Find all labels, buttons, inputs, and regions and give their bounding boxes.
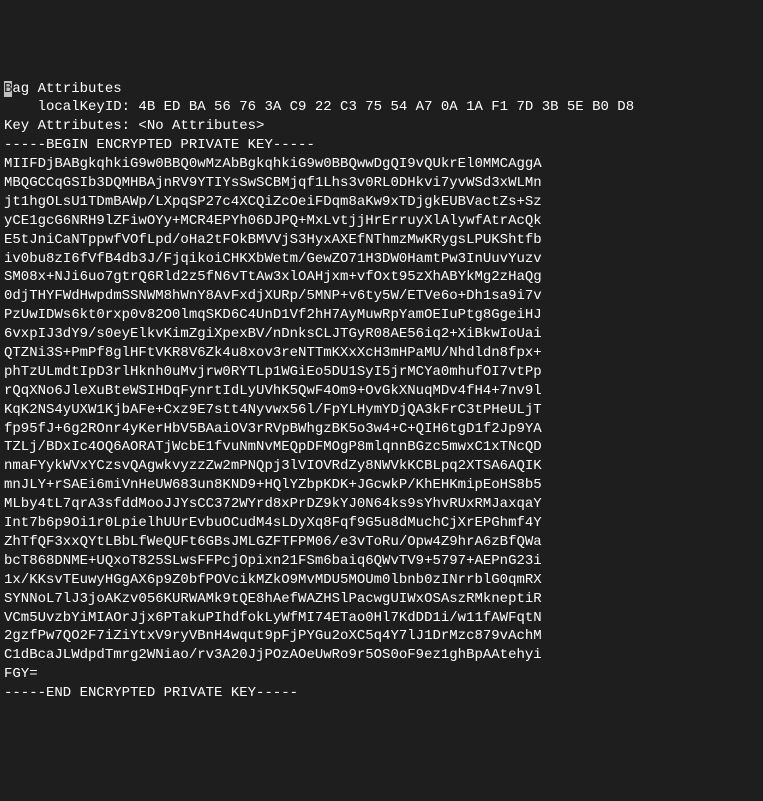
terminal-line: 1x/KKsvTEuwyHGgAX6p9Z0bfPOVcikMZkO9MvMDU… <box>4 571 759 590</box>
terminal-line: iv0bu8zI6fVfB4db3J/FjqikoiCHKXbWetm/GewZ… <box>4 250 759 269</box>
terminal-line: fp95fJ+6g2ROnr4yKerHbV5BAaiOV3rRVpBWhgzB… <box>4 420 759 439</box>
terminal-line: 0djTHYFWdHwpdmSSNWM8hWnY8AvFxdjXURp/5MNP… <box>4 287 759 306</box>
terminal-line: FGY= <box>4 665 759 684</box>
terminal-line: 2gzfPw7QO2F7iZiYtxV9ryVBnH4wqut9pFjPYGu2… <box>4 627 759 646</box>
terminal-line: yCE1gcG6NRH9lZFiwOYy+MCR4EPYh06DJPQ+MxLv… <box>4 212 759 231</box>
terminal-line: Key Attributes: <No Attributes> <box>4 117 759 136</box>
terminal-line: C1dBcaJLWdpdTmrg2WNiao/rv3A20JjPOzAOeUwR… <box>4 646 759 665</box>
terminal-line: localKeyID: 4B ED BA 56 76 3A C9 22 C3 7… <box>4 98 759 117</box>
terminal-line: ZhTfQF3xxQYtLBbLfWeQUFt6GBsJMLGZFTFPM06/… <box>4 533 759 552</box>
terminal-line: 6vxpIJ3dY9/s0eyElkvKimZgiXpexBV/nDnksCLJ… <box>4 325 759 344</box>
terminal-line: mnJLY+rSAEi6miVnHeUW683un8KND9+HQlYZbpKD… <box>4 476 759 495</box>
terminal-line: jt1hgOLsU1TDmBAWp/LXpqSP27c4XCQiZcOeiFDq… <box>4 193 759 212</box>
terminal-line: Bag Attributes <box>4 80 759 99</box>
terminal-line: rQqXNo6JleXuBteWSIHDqFynrtIdLyUVhK5QwF4O… <box>4 382 759 401</box>
terminal-line: TZLj/BDxIc4OQ6AORATjWcbE1fvuNmNvMEQpDFMO… <box>4 438 759 457</box>
terminal-line: SM08x+NJi6uo7gtrQ6Rld2z5fN6vTtAw3xlOAHjx… <box>4 268 759 287</box>
terminal-line: bcT868DNME+UQxoT825SLwsFFPcjOpixn21FSm6b… <box>4 552 759 571</box>
terminal-line: phTzULmdtIpD3rlHknh0uMvjrw0RYTLp1WGiEo5D… <box>4 363 759 382</box>
terminal-line: PzUwIDWs6kt0rxp0v82O0lmqSKD6C4UnD1Vf2hH7… <box>4 306 759 325</box>
terminal-line: nmaFYykWVxYCzsvQAgwkvyzzZw2mPNQpj3lVIOVR… <box>4 457 759 476</box>
terminal-line: MBQGCCqGSIb3DQMHBAjnRV9YTIYsSwSCBMjqf1Lh… <box>4 174 759 193</box>
terminal-line: VCm5UvzbYiMIAOrJjx6PTakuPIhdfokLyWfMI74E… <box>4 609 759 628</box>
terminal-line: MLby4tL7qrA3sfddMooJJYsCC372WYrd8xPrDZ9k… <box>4 495 759 514</box>
terminal-output: Bag Attributes localKeyID: 4B ED BA 56 7… <box>4 80 759 703</box>
terminal-line: MIIFDjBABgkqhkiG9w0BBQ0wMzAbBgkqhkiG9w0B… <box>4 155 759 174</box>
terminal-line: -----BEGIN ENCRYPTED PRIVATE KEY----- <box>4 136 759 155</box>
terminal-line: KqK2NS4yUXW1KjbAFe+Cxz9E7stt4Nyvwx56l/Fp… <box>4 401 759 420</box>
line-text: ag Attributes <box>12 81 121 97</box>
terminal-line: SYNNoL7lJ3joAKzv056KURWAMk9tQE8hAefWAZHS… <box>4 590 759 609</box>
terminal-line: QTZNi3S+PmPf8glHFtVKR8V6Zk4u8xov3reNTTmK… <box>4 344 759 363</box>
terminal-line: -----END ENCRYPTED PRIVATE KEY----- <box>4 684 759 703</box>
terminal-line: Int7b6p9Oi1r0LpielhUUrEvbuOCudM4sLDyXq8F… <box>4 514 759 533</box>
terminal-line: E5tJniCaNTppwfVOfLpd/oHa2tFOkBMVVjS3HyxA… <box>4 231 759 250</box>
